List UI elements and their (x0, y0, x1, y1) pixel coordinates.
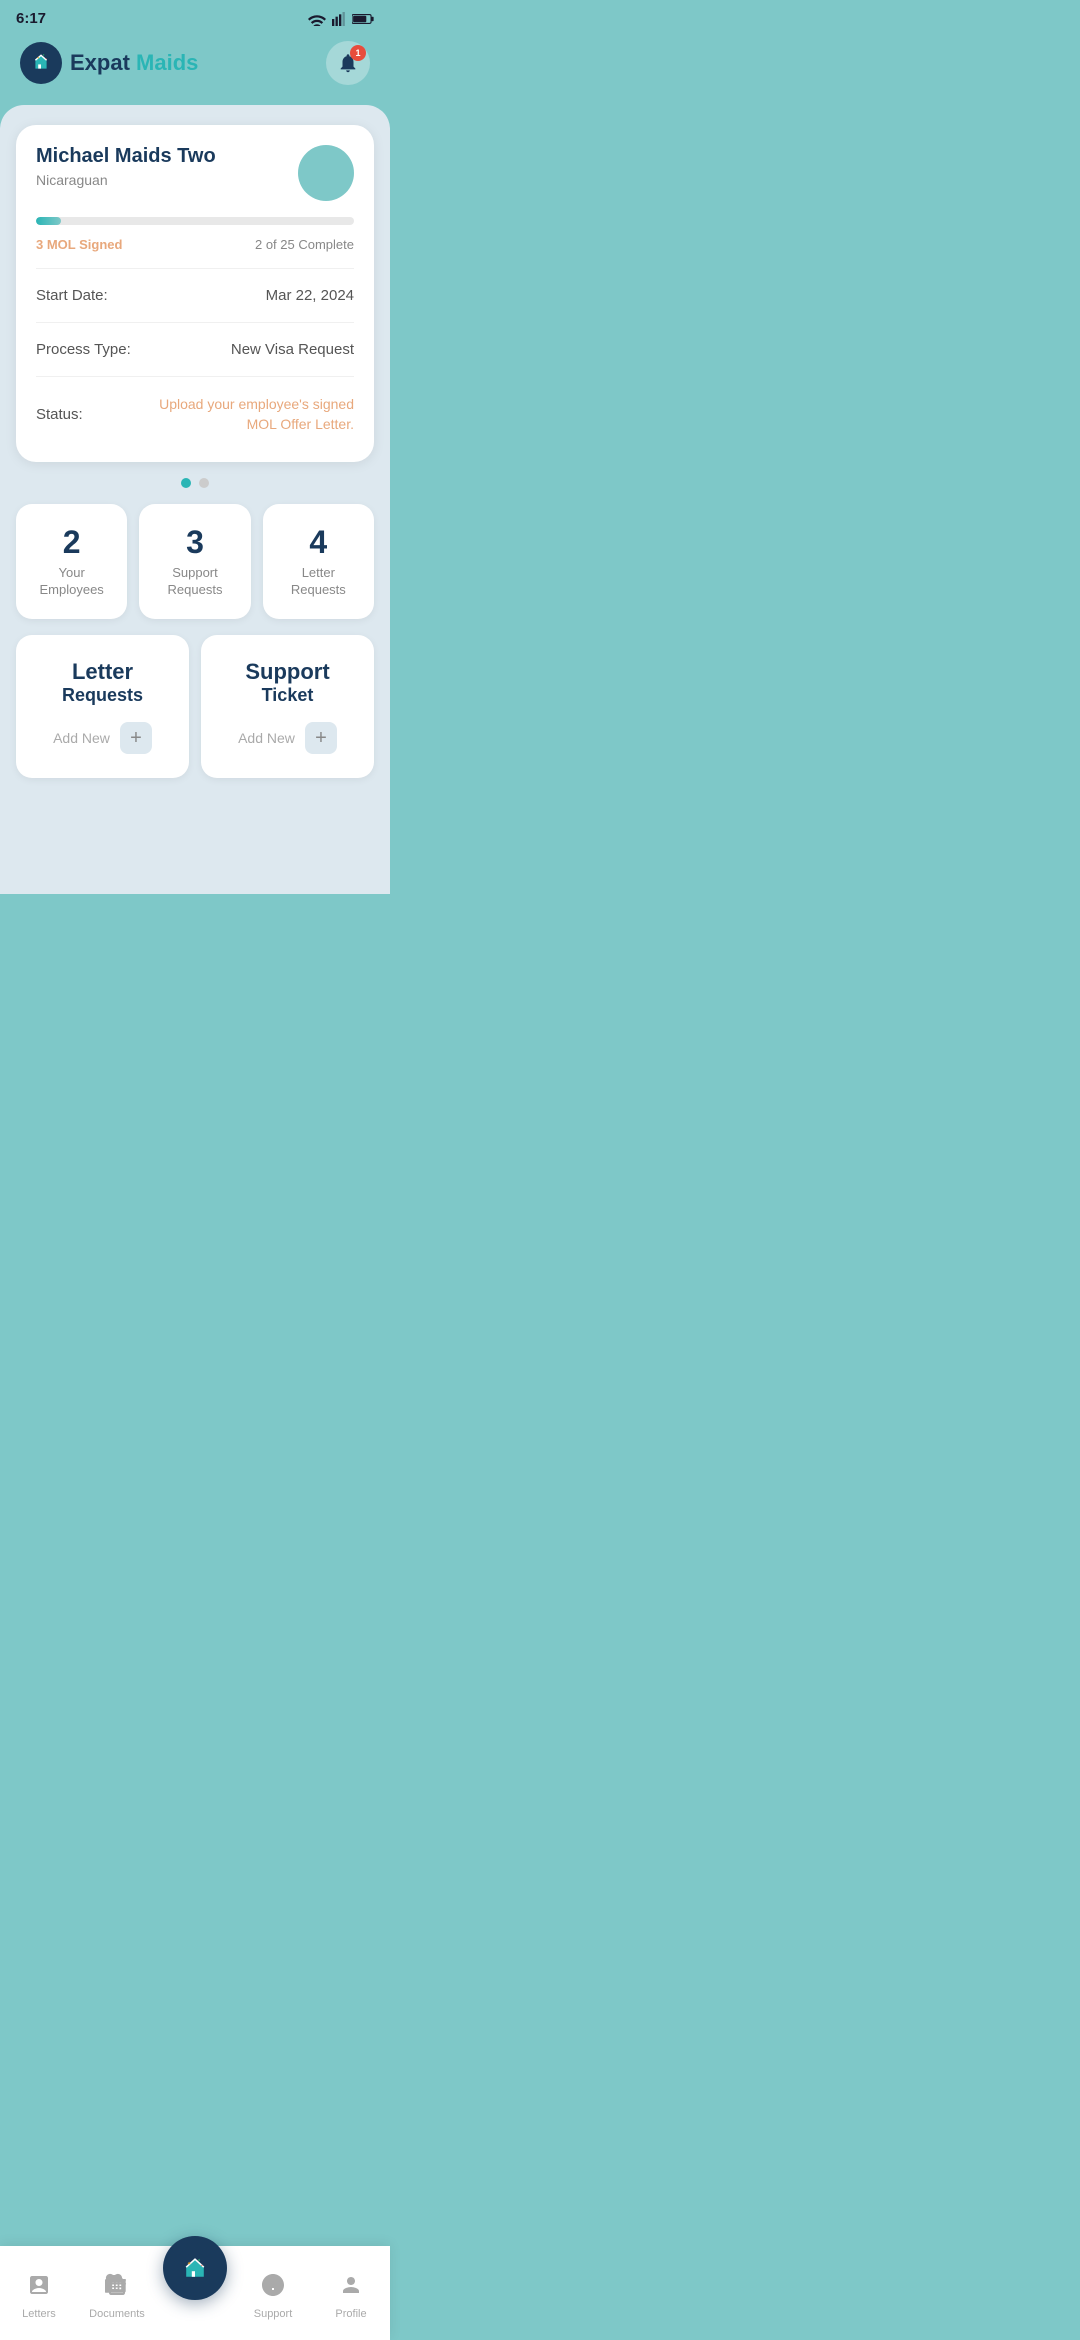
card-name: Michael Maids Two (36, 145, 216, 168)
letter-requests-card[interactable]: Letter Requests Add New + (16, 635, 189, 778)
nav-item-home[interactable]: ✦ ✦ ✦ (156, 2236, 234, 2300)
home-center-logo: ✦ ✦ ✦ (179, 2252, 211, 2284)
action-cards-grid: Letter Requests Add New + Support Ticket… (16, 635, 374, 778)
documents-label: Documents (89, 2308, 145, 2320)
stat-number-employees: 2 (28, 524, 115, 561)
stat-number-letters: 4 (275, 524, 362, 561)
dot-1[interactable] (181, 478, 191, 488)
progress-bar-fill (36, 217, 61, 225)
stats-grid: 2 Your Employees 3 Support Requests 4 Le… (16, 504, 374, 619)
notification-badge: 1 (350, 45, 366, 61)
start-date-value: Mar 22, 2024 (266, 287, 354, 304)
signal-icon (331, 12, 347, 26)
mol-status: 3 MOL Signed (36, 237, 122, 252)
header: ✦ ✦ ✦ Expat Maids 1 (0, 33, 390, 105)
svg-text:✦: ✦ (187, 2261, 191, 2267)
divider-3 (36, 376, 354, 377)
notification-button[interactable]: 1 (326, 41, 370, 85)
divider-2 (36, 322, 354, 323)
status-value: Upload your employee's signed MOL Offer … (154, 395, 354, 434)
nav-item-documents[interactable]: Documents (78, 2273, 156, 2320)
letters-icon (27, 2273, 51, 2304)
process-type-value: New Visa Request (231, 341, 354, 358)
support-add-new-row: Add New + (217, 722, 358, 754)
logo-icon: ✦ ✦ ✦ (20, 42, 62, 84)
support-ticket-title: Support (217, 659, 358, 685)
support-ticket-card[interactable]: Support Ticket Add New + (201, 635, 374, 778)
wifi-icon (308, 12, 326, 26)
nav-item-letters[interactable]: Letters (0, 2273, 78, 2320)
carousel-dots (16, 478, 374, 488)
support-ticket-subtitle: Ticket (217, 685, 358, 706)
profile-label: Profile (335, 2308, 366, 2320)
letter-add-new-row: Add New + (32, 722, 173, 754)
svg-text:✦: ✦ (201, 2263, 204, 2267)
letter-requests-title: Letter (32, 659, 173, 685)
support-add-new-button[interactable]: + (305, 722, 337, 754)
stat-label-employees: Your Employees (28, 565, 115, 599)
letter-add-new-button[interactable]: + (120, 722, 152, 754)
stat-card-support[interactable]: 3 Support Requests (139, 504, 250, 619)
card-nationality: Nicaraguan (36, 172, 216, 188)
avatar (298, 145, 354, 201)
stat-card-letters[interactable]: 4 Letter Requests (263, 504, 374, 619)
nav-item-support[interactable]: Support (234, 2273, 312, 2320)
status-time: 6:17 (16, 10, 46, 27)
process-type-label: Process Type: (36, 341, 131, 358)
expat-maids-logo-icon: ✦ ✦ ✦ (27, 49, 55, 77)
home-center-circle: ✦ ✦ ✦ (163, 2236, 227, 2300)
stat-card-employees[interactable]: 2 Your Employees (16, 504, 127, 619)
support-add-new-text: Add New (238, 730, 295, 746)
card-header: Michael Maids Two Nicaraguan (36, 145, 354, 201)
employee-card[interactable]: Michael Maids Two Nicaraguan 3 MOL Signe… (16, 125, 374, 462)
status-bar: 6:17 (0, 0, 390, 33)
progress-bar-container (36, 217, 354, 225)
status-row: Status: Upload your employee's signed MO… (36, 387, 354, 442)
documents-icon (105, 2273, 129, 2304)
dot-2[interactable] (199, 478, 209, 488)
nav-item-profile[interactable]: Profile (312, 2273, 390, 2320)
start-date-label: Start Date: (36, 287, 108, 304)
svg-text:✦: ✦ (45, 58, 47, 61)
main-content: Michael Maids Two Nicaraguan 3 MOL Signe… (0, 105, 390, 894)
battery-icon (352, 13, 374, 25)
start-date-row: Start Date: Mar 22, 2024 (36, 279, 354, 312)
stat-label-letters: Letter Requests (275, 565, 362, 599)
logo-expat-text: Expat (70, 50, 130, 75)
status-icons (308, 12, 374, 26)
status-label: Status: (36, 406, 83, 423)
logo-maids-text: Maids (136, 50, 198, 75)
support-icon (261, 2273, 285, 2304)
stat-label-support: Support Requests (151, 565, 238, 599)
letters-label: Letters (22, 2308, 56, 2320)
card-info: Michael Maids Two Nicaraguan (36, 145, 216, 188)
letter-add-new-text: Add New (53, 730, 110, 746)
divider-1 (36, 268, 354, 269)
letter-requests-subtitle: Requests (32, 685, 173, 706)
profile-icon (339, 2273, 363, 2304)
progress-complete: 2 of 25 Complete (255, 237, 354, 252)
logo-container: ✦ ✦ ✦ Expat Maids (20, 42, 198, 84)
process-type-row: Process Type: New Visa Request (36, 333, 354, 366)
stat-number-support: 3 (151, 524, 238, 561)
progress-labels: 3 MOL Signed 2 of 25 Complete (36, 237, 354, 252)
logo-text: Expat Maids (70, 50, 198, 76)
bottom-nav: Letters Documents ✦ ✦ ✦ (0, 2246, 390, 2340)
support-label: Support (254, 2308, 293, 2320)
